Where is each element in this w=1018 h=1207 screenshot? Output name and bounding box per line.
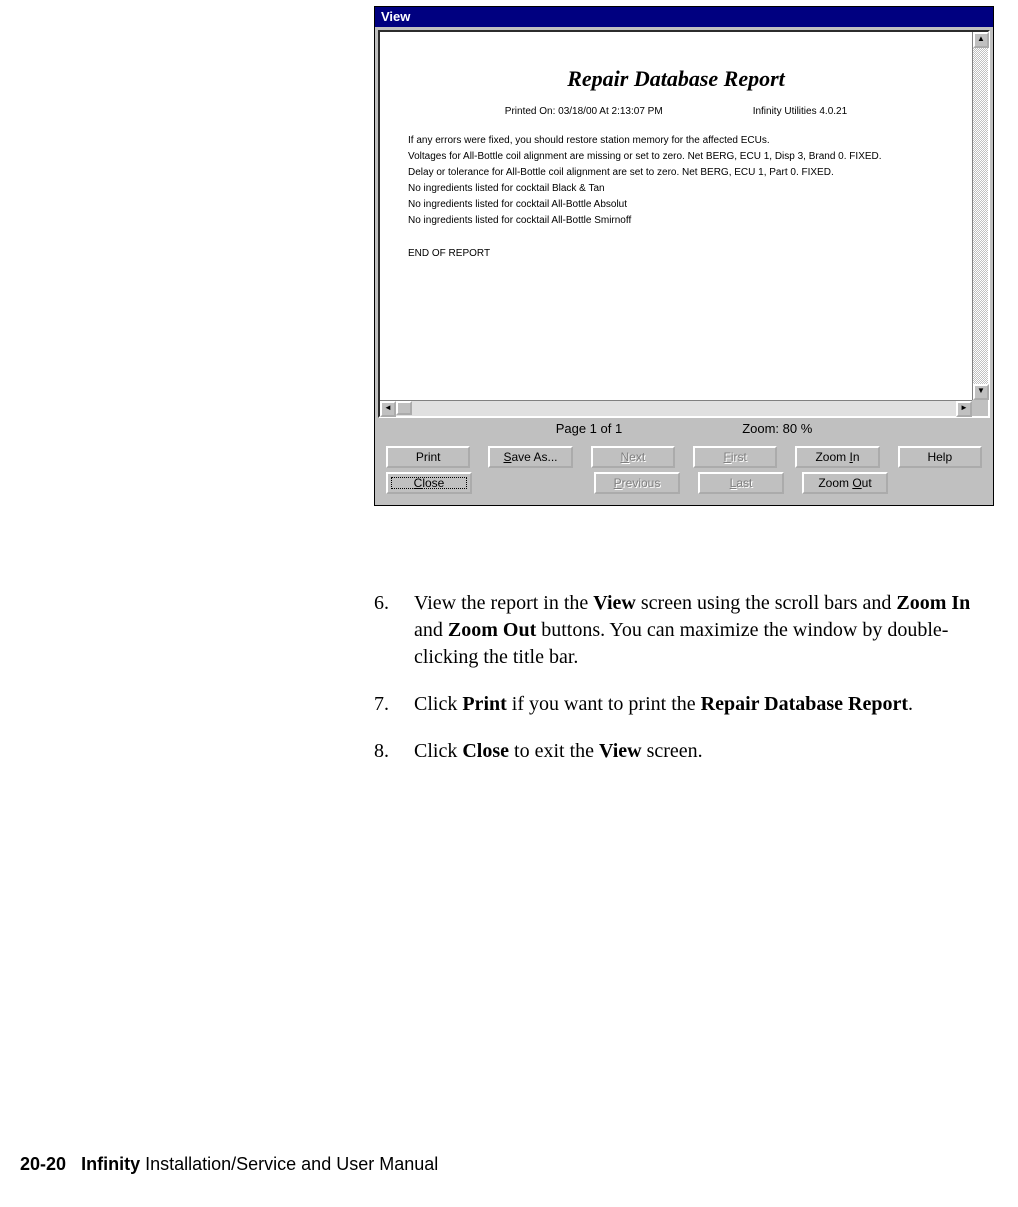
page-footer: 20-20 Infinity Installation/Service and … xyxy=(20,1154,438,1175)
scroll-left-arrow-icon[interactable]: ◄ xyxy=(380,401,396,417)
window-titlebar[interactable]: View xyxy=(375,7,993,27)
scroll-up-arrow-icon[interactable]: ▲ xyxy=(973,32,989,48)
report-line: No ingredients listed for cocktail All-B… xyxy=(408,215,944,226)
step-text: Click Print if you want to print the Rep… xyxy=(414,691,913,718)
report-line: If any errors were fixed, you should res… xyxy=(408,135,944,146)
report-printed: Printed On: 03/18/00 At 2:13:07 PM xyxy=(505,106,663,117)
status-zoom: Zoom: 80 % xyxy=(742,421,812,436)
footer-rest: Installation/Service and User Manual xyxy=(140,1154,438,1174)
report-app: Infinity Utilities 4.0.21 xyxy=(753,106,848,117)
report-content[interactable]: Repair Database Report Printed On: 03/18… xyxy=(380,32,972,400)
vertical-scrollbar[interactable]: ▲ ▼ xyxy=(972,32,988,400)
report-subheader: Printed On: 03/18/00 At 2:13:07 PM Infin… xyxy=(408,106,944,117)
hscroll-thumb[interactable] xyxy=(396,401,412,415)
report-end: END OF REPORT xyxy=(408,248,944,259)
instruction-step-7: 7. Click Print if you want to print the … xyxy=(374,691,974,718)
step-text: View the report in the View screen using… xyxy=(414,590,974,671)
scroll-right-arrow-icon[interactable]: ► xyxy=(956,401,972,417)
step-number: 7. xyxy=(374,691,414,718)
report-line: No ingredients listed for cocktail All-B… xyxy=(408,199,944,210)
scroll-corner xyxy=(972,400,988,416)
report-line: No ingredients listed for cocktail Black… xyxy=(408,183,944,194)
hscroll-track[interactable] xyxy=(396,401,956,416)
report-viewport: Repair Database Report Printed On: 03/18… xyxy=(378,30,990,418)
horizontal-scrollbar[interactable]: ◄ ► xyxy=(380,400,972,416)
status-line: Page 1 of 1 Zoom: 80 % xyxy=(378,418,990,440)
instruction-list: 6. View the report in the View screen us… xyxy=(374,590,974,785)
zoom-in-button[interactable]: Zoom In xyxy=(795,446,879,468)
report-title: Repair Database Report xyxy=(408,66,944,92)
previous-button: Previous xyxy=(594,472,680,494)
report-line: Delay or tolerance for All-Bottle coil a… xyxy=(408,167,944,178)
instruction-step-8: 8. Click Close to exit the View screen. xyxy=(374,738,974,765)
step-number: 6. xyxy=(374,590,414,671)
status-page: Page 1 of 1 xyxy=(556,421,623,436)
report-line: Voltages for All-Bottle coil alignment a… xyxy=(408,151,944,162)
next-button: Next xyxy=(591,446,675,468)
last-button: Last xyxy=(698,472,784,494)
view-window: View Repair Database Report Printed On: … xyxy=(374,6,994,506)
report-lines: If any errors were fixed, you should res… xyxy=(408,135,944,226)
instruction-step-6: 6. View the report in the View screen us… xyxy=(374,590,974,671)
window-title: View xyxy=(381,9,410,24)
button-panel: Print Save As... Next First Zoom In Help… xyxy=(378,440,990,502)
zoom-out-button[interactable]: Zoom Out xyxy=(802,472,888,494)
step-number: 8. xyxy=(374,738,414,765)
step-text: Click Close to exit the View screen. xyxy=(414,738,703,765)
scroll-down-arrow-icon[interactable]: ▼ xyxy=(973,384,989,400)
save-as-button[interactable]: Save As... xyxy=(488,446,572,468)
page-number: 20-20 xyxy=(20,1154,66,1174)
product-name: Infinity xyxy=(81,1154,140,1174)
vscroll-track[interactable] xyxy=(973,48,988,384)
close-button[interactable]: Close xyxy=(386,472,472,494)
first-button: First xyxy=(693,446,777,468)
help-button[interactable]: Help xyxy=(898,446,982,468)
window-body: Repair Database Report Printed On: 03/18… xyxy=(375,27,993,505)
print-button[interactable]: Print xyxy=(386,446,470,468)
